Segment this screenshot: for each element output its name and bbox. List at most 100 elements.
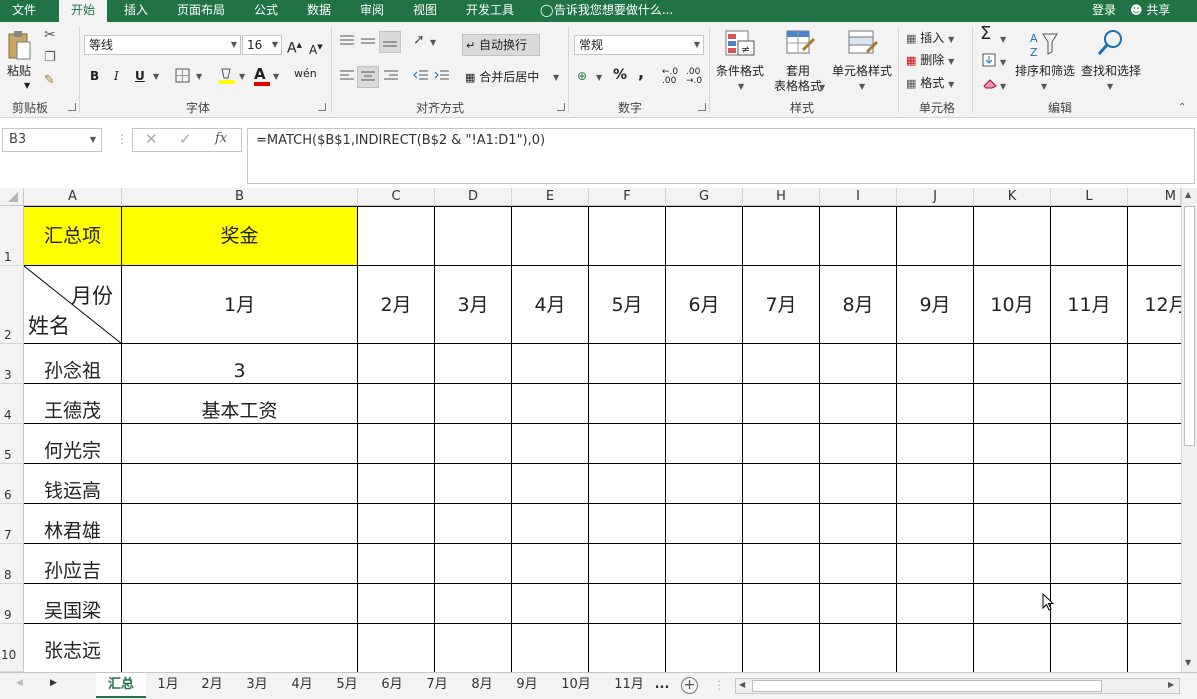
sheet-tab[interactable]: 4月 xyxy=(282,673,322,698)
add-sheet-icon[interactable]: + xyxy=(681,677,698,694)
decrease-decimal-icon[interactable]: .00 →.0 xyxy=(686,68,702,86)
comma-button[interactable]: , xyxy=(638,65,644,81)
increase-decimal-icon[interactable]: ←.0.00 xyxy=(662,68,678,86)
merge-dropdown[interactable]: ▼ xyxy=(553,70,559,86)
number-format-combo[interactable]: 常规 ▼ xyxy=(574,35,704,55)
horizontal-scrollbar[interactable]: ◀ ▶ xyxy=(735,678,1180,694)
row-header-10[interactable]: 10 xyxy=(0,624,24,672)
sheet-tab[interactable]: 6月 xyxy=(372,673,412,698)
column-header-j[interactable]: J xyxy=(897,188,974,206)
sheet-tab-summary[interactable]: 汇总 xyxy=(96,673,146,698)
font-size-combo[interactable]: 16 ▼ xyxy=(242,35,282,55)
column-header-m[interactable]: M xyxy=(1128,188,1181,206)
fill-color-dropdown[interactable]: ▼ xyxy=(239,69,245,85)
align-bottom-icon[interactable] xyxy=(379,31,401,53)
sheet-tab[interactable]: 1月 xyxy=(148,673,188,698)
delete-cells-button[interactable]: ▦ 删除 ▼ xyxy=(906,52,954,70)
cell-b9[interactable] xyxy=(122,584,358,624)
column-header-e[interactable]: E xyxy=(512,188,589,206)
row-header-6[interactable]: 6 xyxy=(0,464,24,504)
tab-page-layout[interactable]: 页面布局 xyxy=(168,0,234,22)
row-header-4[interactable]: 4 xyxy=(0,384,24,424)
row-header-3[interactable]: 3 xyxy=(0,344,24,384)
tab-splitter[interactable]: ⋮ xyxy=(713,678,725,692)
tab-formulas[interactable]: 公式 xyxy=(242,0,290,22)
column-header-d[interactable]: D xyxy=(435,188,512,206)
tell-me-box[interactable]: ◯ 告诉我您想要做什么... xyxy=(540,0,673,22)
scroll-right-icon[interactable]: ▶ xyxy=(1168,680,1174,689)
underline-button[interactable]: U xyxy=(135,68,145,84)
fill-icon[interactable] xyxy=(982,53,996,70)
border-dropdown[interactable]: ▼ xyxy=(196,69,202,85)
column-header-g[interactable]: G xyxy=(666,188,743,206)
conditional-format-icon[interactable]: ≠ xyxy=(725,29,755,62)
scroll-up-icon[interactable]: ▲ xyxy=(1185,190,1191,199)
insert-function-icon[interactable]: fx xyxy=(215,131,227,146)
autosum-icon[interactable]: Σ xyxy=(980,25,991,43)
cell-a7[interactable]: 林君雄 xyxy=(24,504,122,544)
font-launcher[interactable] xyxy=(318,103,326,111)
cut-icon[interactable]: ✂ xyxy=(44,27,56,43)
underline-dropdown[interactable]: ▼ xyxy=(153,69,159,85)
login-link[interactable]: 登录 xyxy=(1092,0,1116,21)
select-all-corner[interactable] xyxy=(0,188,24,206)
column-header-l[interactable]: L xyxy=(1051,188,1128,206)
clear-icon[interactable] xyxy=(982,77,998,92)
cell-a6[interactable]: 钱运高 xyxy=(24,464,122,504)
sort-filter-icon[interactable]: AZ xyxy=(1029,30,1059,63)
collapse-ribbon-icon[interactable]: ⌃ xyxy=(1178,100,1186,116)
decrease-font-icon[interactable]: A▼ xyxy=(309,39,323,58)
cell-a4[interactable]: 王德茂 xyxy=(24,384,122,424)
cell-styles-label[interactable]: 单元格样式 xyxy=(830,64,894,79)
row-header-9[interactable]: 9 xyxy=(0,584,24,624)
increase-indent-icon[interactable] xyxy=(434,69,450,86)
font-color-icon[interactable]: A xyxy=(254,66,270,86)
cell-b6[interactable] xyxy=(122,464,358,504)
scroll-left-icon[interactable]: ◀ xyxy=(739,680,745,689)
font-color-dropdown[interactable]: ▼ xyxy=(273,69,279,85)
insert-cells-button[interactable]: ▦ 插入 ▼ xyxy=(906,30,954,48)
column-header-h[interactable]: H xyxy=(743,188,820,206)
tab-view[interactable]: 视图 xyxy=(401,0,449,22)
sheet-tab[interactable]: 5月 xyxy=(327,673,367,698)
border-icon[interactable] xyxy=(175,68,191,87)
cell-b1[interactable]: 奖金 xyxy=(122,207,358,266)
align-left-icon[interactable] xyxy=(339,69,355,86)
cell-b3[interactable]: 3 xyxy=(122,344,358,384)
cell-b2[interactable]: 1月 xyxy=(122,266,358,344)
bold-button[interactable]: B xyxy=(90,68,99,84)
phonetic-icon[interactable]: wén xyxy=(294,66,317,82)
magnifier-icon[interactable] xyxy=(1096,28,1126,61)
cell-styles-dropdown[interactable]: ▼ xyxy=(859,79,865,95)
format-table-label[interactable]: 套用 表格格式 xyxy=(770,64,826,94)
column-header-a[interactable]: A xyxy=(24,188,122,206)
increase-font-icon[interactable]: A▲ xyxy=(287,37,302,57)
tab-data[interactable]: 数据 xyxy=(295,0,343,22)
share-button[interactable]: ☻ 共享 xyxy=(1130,0,1170,21)
font-name-combo[interactable]: 等线 ▼ xyxy=(84,35,241,55)
more-sheets-button[interactable]: ... xyxy=(652,673,672,698)
sheet-tab[interactable]: 2月 xyxy=(192,673,232,698)
conditional-format-label[interactable]: 条件格式 xyxy=(714,64,766,79)
cancel-icon[interactable]: ✕ xyxy=(145,130,158,148)
decrease-indent-icon[interactable] xyxy=(413,69,429,86)
cell-b4[interactable]: 基本工资 xyxy=(122,384,358,424)
find-select-label[interactable]: 查找和选择 xyxy=(1078,64,1144,79)
clipboard-launcher[interactable] xyxy=(68,103,76,111)
fill-color-icon[interactable] xyxy=(218,66,236,89)
tab-insert[interactable]: 插入 xyxy=(112,0,160,22)
paste-icon[interactable] xyxy=(6,30,32,62)
sheet-tab[interactable]: 8月 xyxy=(462,673,502,698)
currency-dropdown[interactable]: ▼ xyxy=(596,70,602,86)
row-header-2[interactable]: 2 xyxy=(0,266,24,344)
sort-filter-label[interactable]: 排序和筛选 xyxy=(1012,64,1078,79)
find-dropdown[interactable]: ▼ xyxy=(1107,79,1113,95)
horizontal-scroll-thumb[interactable] xyxy=(752,680,1102,692)
row-header-1[interactable]: 1 xyxy=(0,206,24,266)
cell-a1[interactable]: 汇总项 xyxy=(24,207,122,266)
paste-dropdown-arrow[interactable]: ▼ xyxy=(24,78,30,94)
column-header-i[interactable]: I xyxy=(820,188,897,206)
formula-input[interactable]: =MATCH($B$1,INDIRECT(B$2 & "!A1:D1"),0) xyxy=(247,128,1195,184)
sheet-tab[interactable]: 11月 xyxy=(605,673,653,698)
cell-b8[interactable] xyxy=(122,544,358,584)
